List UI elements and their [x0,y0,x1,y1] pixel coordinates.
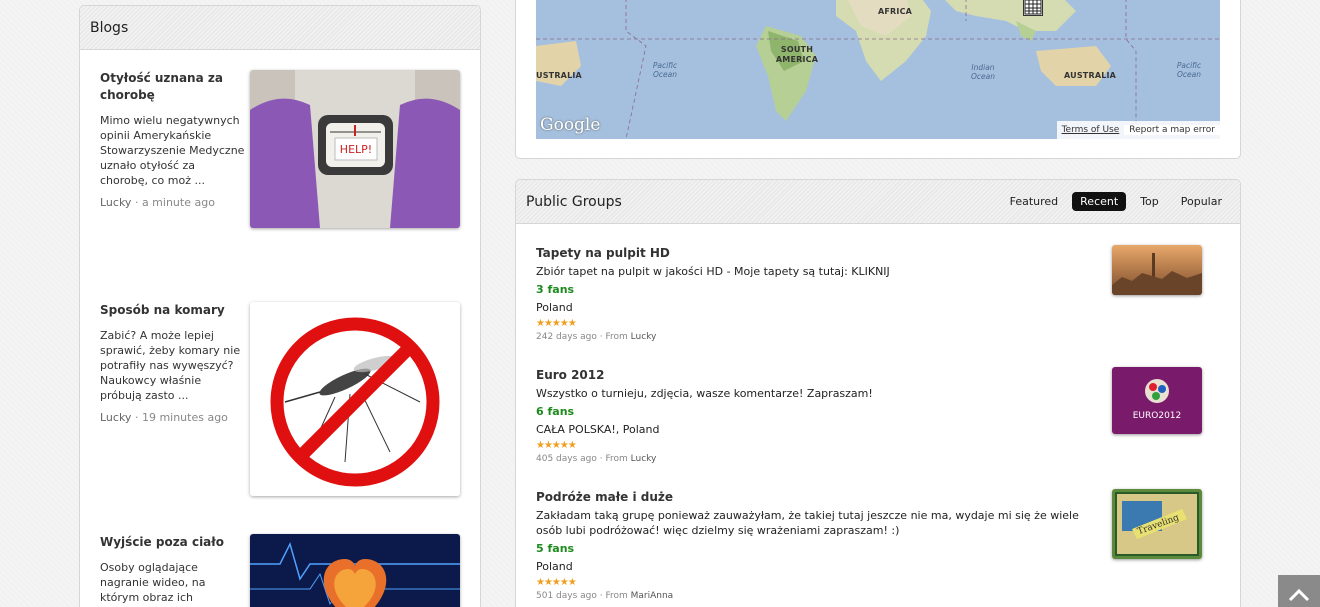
group-location: Poland [536,301,573,314]
group-item: Tapety na pulpit HD Zbiór tapet na pulpi… [536,245,1212,342]
blog-time: · a minute ago [134,196,215,209]
group-location: Poland [536,560,573,573]
blog-author[interactable]: Lucky [100,196,131,209]
group-description: Zbiór tapet na pulpit w jakości HD - Moj… [536,265,890,278]
groups-title: Public Groups [526,193,622,210]
blog-author[interactable]: Lucky [100,411,131,424]
map-label-south-america: SOUTH AMERICA [775,45,819,64]
ocean-label-indian: Indian Ocean [971,63,995,81]
city-sunset-image [1112,245,1202,295]
blog-excerpt: Osoby oglądające nagranie wideo, na któr… [100,561,206,604]
blog-image-heart[interactable] [250,534,460,607]
scale-image: HELP! [250,70,460,228]
group-age: 242 days ago · From [536,332,628,342]
group-description: Wszystko o turnieju, zdjęcia, wasze kome… [536,387,873,400]
world-map[interactable]: AFRICA SOUTH AMERICA USTRALIA AUSTRALIA … [536,0,1220,139]
blog-entry: Otyłość uznana za chorobę Mimo wielu neg… [100,70,461,228]
map-panel: AFRICA SOUTH AMERICA USTRALIA AUSTRALIA … [515,0,1241,159]
traveling-stamp-image: Traveling [1112,489,1202,559]
euro2012-logo-image: EURO2012 [1112,367,1202,434]
blog-time: · 19 minutes ago [134,411,228,424]
public-groups-panel: Public Groups Featured Recent Top Popula… [515,179,1241,607]
blogs-panel: Blogs Otyłość uznana za chorobę Mimo wie… [79,5,481,607]
group-meta: 501 days ago · From MariAnna [536,591,1212,601]
group-owner[interactable]: Lucky [631,332,657,342]
blog-entry: Sposób na komary Zabić? A może lepiej sp… [100,302,461,496]
star-rating-icon: ★★★★★ [536,577,577,588]
terms-of-use-link[interactable]: Terms of Use [1057,125,1125,135]
group-fans: 5 fans [536,542,575,555]
grid-icon[interactable] [1023,0,1043,16]
chevron-up-icon [1288,588,1310,602]
groups-header: Public Groups Featured Recent Top Popula… [516,180,1240,224]
group-meta: 405 days ago · From Lucky [536,454,1212,464]
scroll-to-top-button[interactable] [1278,575,1320,607]
blog-title[interactable]: Otyłość uznana za chorobę [100,70,240,104]
map-label-australia-left: USTRALIA [536,71,582,80]
tab-featured[interactable]: Featured [1002,192,1067,211]
tab-recent[interactable]: Recent [1072,192,1127,211]
group-title[interactable]: Euro 2012 [536,367,1212,383]
group-title[interactable]: Podróże małe i duże [536,489,1212,505]
group-item: Euro 2012 Wszystko o turnieju, zdjęcia, … [536,367,1212,464]
group-age: 501 days ago · From [536,591,628,601]
google-logo[interactable]: Google [540,115,600,135]
group-age: 405 days ago · From [536,454,628,464]
grid-icon-svg [1024,0,1042,15]
map-label-africa: AFRICA [878,7,913,16]
group-owner[interactable]: MariAnna [631,591,674,601]
group-fans: 3 fans [536,283,575,296]
group-title[interactable]: Tapety na pulpit HD [536,245,1212,261]
report-map-error-link[interactable]: Report a map error [1124,125,1220,135]
group-fans: 6 fans [536,405,575,418]
blog-excerpt: Zabić? A może lepiej sprawić, żeby komar… [100,329,241,402]
blogs-title: Blogs [90,19,129,36]
blog-image-mosquito[interactable] [250,302,460,496]
group-item: Podróże małe i duże Zakładam taką grupę … [536,489,1212,601]
blog-excerpt: Mimo wielu negatywnych opinii Amerykańsk… [100,114,245,187]
group-owner[interactable]: Lucky [631,454,657,464]
ocean-label-pacific-right: Pacific Ocean [1176,61,1202,79]
groups-tabs: Featured Recent Top Popular [1002,192,1230,211]
map-label-australia: AUSTRALIA [1064,71,1117,80]
group-meta: 242 days ago · From Lucky [536,332,1212,342]
group-image-euro[interactable]: EURO2012 [1112,367,1202,434]
group-description: Zakładam taką grupę ponieważ zauważyłam,… [536,509,1079,537]
group-image-city[interactable] [1112,245,1202,295]
help-text: HELP! [340,143,372,156]
heart-image [250,534,460,607]
star-rating-icon: ★★★★★ [536,318,577,329]
euro-text: EURO2012 [1133,411,1182,421]
blog-title[interactable]: Wyjście poza ciało [100,534,240,551]
tab-popular[interactable]: Popular [1173,192,1230,211]
blogs-header: Blogs [80,6,480,50]
ocean-label-pacific: Pacific Ocean [652,61,678,79]
blog-title[interactable]: Sposób na komary [100,302,240,319]
star-rating-icon: ★★★★★ [536,440,577,451]
group-image-traveling[interactable]: Traveling [1112,489,1202,559]
map-footer: Terms of Use Report a map error [1056,121,1220,139]
group-location: CAŁA POLSKA!, Poland [536,423,660,436]
blog-entry: Wyjście poza ciało Osoby oglądające nagr… [100,534,461,607]
mosquito-ban-image [250,302,460,496]
blog-image-scale[interactable]: HELP! [250,70,460,228]
tab-top[interactable]: Top [1132,192,1167,211]
map-land [536,0,1220,139]
